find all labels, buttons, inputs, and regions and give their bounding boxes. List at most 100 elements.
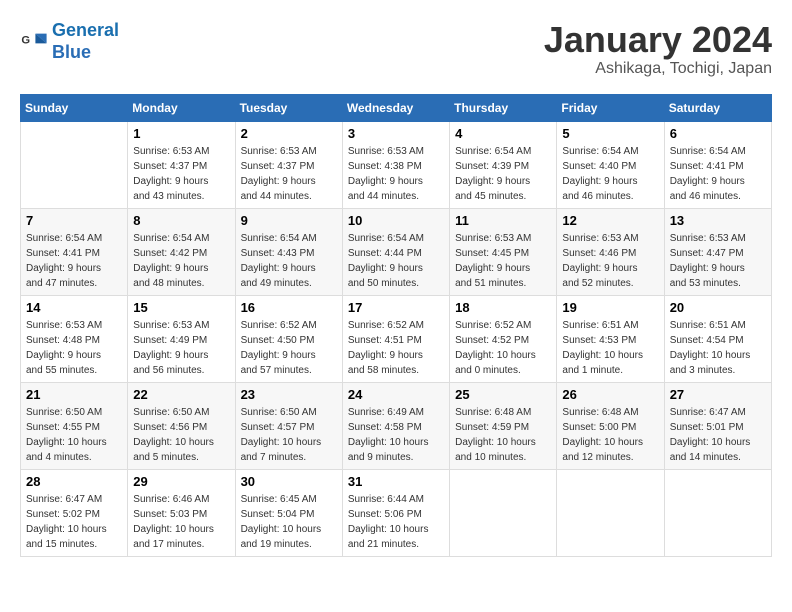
day-number: 29 — [133, 474, 229, 489]
calendar-cell: 10 Sunrise: 6:54 AM Sunset: 4:44 PM Dayli… — [342, 208, 449, 295]
day-info: Sunrise: 6:48 AM Sunset: 4:59 PM Dayligh… — [455, 405, 551, 465]
day-info: Sunrise: 6:53 AM Sunset: 4:49 PM Dayligh… — [133, 318, 229, 378]
day-number: 30 — [241, 474, 337, 489]
calendar-cell: 21 Sunrise: 6:50 AM Sunset: 4:55 PM Dayli… — [21, 382, 128, 469]
weekday-header-saturday: Saturday — [664, 94, 771, 121]
logo-icon: G — [20, 28, 48, 56]
day-info: Sunrise: 6:53 AM Sunset: 4:48 PM Dayligh… — [26, 318, 122, 378]
calendar-week-5: 28Sunrise: 6:47 AM Sunset: 5:02 PM Dayli… — [21, 469, 772, 556]
day-info: Sunrise: 6:50 AM Sunset: 4:57 PM Dayligh… — [241, 405, 337, 465]
calendar-cell — [664, 469, 771, 556]
day-number: 5 — [562, 126, 658, 141]
calendar-week-1: 1 Sunrise: 6:53 AM Sunset: 4:37 PM Daylig… — [21, 121, 772, 208]
day-number: 8 — [133, 213, 229, 228]
calendar-cell: 24Sunrise: 6:49 AM Sunset: 4:58 PM Dayli… — [342, 382, 449, 469]
day-number: 18 — [455, 300, 551, 315]
calendar-cell: 11Sunrise: 6:53 AM Sunset: 4:45 PM Dayli… — [450, 208, 557, 295]
day-info: Sunrise: 6:45 AM Sunset: 5:04 PM Dayligh… — [241, 492, 337, 552]
day-info: Sunrise: 6:53 AM Sunset: 4:46 PM Dayligh… — [562, 231, 658, 291]
weekday-header-row: SundayMondayTuesdayWednesdayThursdayFrid… — [21, 94, 772, 121]
calendar-cell: 28Sunrise: 6:47 AM Sunset: 5:02 PM Dayli… — [21, 469, 128, 556]
day-number: 17 — [348, 300, 444, 315]
calendar-week-3: 14 Sunrise: 6:53 AM Sunset: 4:48 PM Dayli… — [21, 295, 772, 382]
day-info: Sunrise: 6:50 AM Sunset: 4:55 PM Dayligh… — [26, 405, 122, 465]
day-number: 19 — [562, 300, 658, 315]
day-info: Sunrise: 6:54 AM Sunset: 4:40 PM Dayligh… — [562, 144, 658, 204]
weekday-header-wednesday: Wednesday — [342, 94, 449, 121]
calendar-cell: 23 Sunrise: 6:50 AM Sunset: 4:57 PM Dayli… — [235, 382, 342, 469]
day-info: Sunrise: 6:52 AM Sunset: 4:52 PM Dayligh… — [455, 318, 551, 378]
day-info: Sunrise: 6:54 AM Sunset: 4:42 PM Dayligh… — [133, 231, 229, 291]
calendar-cell: 18 Sunrise: 6:52 AM Sunset: 4:52 PM Dayli… — [450, 295, 557, 382]
calendar-week-2: 7 Sunrise: 6:54 AM Sunset: 4:41 PM Daylig… — [21, 208, 772, 295]
calendar-cell: 2Sunrise: 6:53 AM Sunset: 4:37 PM Daylig… — [235, 121, 342, 208]
day-number: 21 — [26, 387, 122, 402]
day-info: Sunrise: 6:51 AM Sunset: 4:53 PM Dayligh… — [562, 318, 658, 378]
logo: G General Blue — [20, 20, 119, 63]
day-info: Sunrise: 6:54 AM Sunset: 4:43 PM Dayligh… — [241, 231, 337, 291]
svg-text:G: G — [21, 34, 30, 46]
day-number: 20 — [670, 300, 766, 315]
page-header: G General Blue January 2024 Ashikaga, To… — [20, 20, 772, 78]
day-number: 4 — [455, 126, 551, 141]
day-info: Sunrise: 6:50 AM Sunset: 4:56 PM Dayligh… — [133, 405, 229, 465]
calendar-week-4: 21 Sunrise: 6:50 AM Sunset: 4:55 PM Dayli… — [21, 382, 772, 469]
day-info: Sunrise: 6:46 AM Sunset: 5:03 PM Dayligh… — [133, 492, 229, 552]
calendar-cell: 5 Sunrise: 6:54 AM Sunset: 4:40 PM Daylig… — [557, 121, 664, 208]
calendar-cell: 15 Sunrise: 6:53 AM Sunset: 4:49 PM Dayli… — [128, 295, 235, 382]
day-number: 28 — [26, 474, 122, 489]
calendar-cell: 29 Sunrise: 6:46 AM Sunset: 5:03 PM Dayli… — [128, 469, 235, 556]
day-number: 12 — [562, 213, 658, 228]
calendar-cell: 22 Sunrise: 6:50 AM Sunset: 4:56 PM Dayli… — [128, 382, 235, 469]
day-info: Sunrise: 6:52 AM Sunset: 4:50 PM Dayligh… — [241, 318, 337, 378]
calendar-cell — [557, 469, 664, 556]
calendar-cell: 4 Sunrise: 6:54 AM Sunset: 4:39 PM Daylig… — [450, 121, 557, 208]
day-number: 1 — [133, 126, 229, 141]
calendar-cell: 30 Sunrise: 6:45 AM Sunset: 5:04 PM Dayli… — [235, 469, 342, 556]
day-number: 25 — [455, 387, 551, 402]
day-number: 13 — [670, 213, 766, 228]
calendar-cell: 12 Sunrise: 6:53 AM Sunset: 4:46 PM Dayli… — [557, 208, 664, 295]
day-number: 26 — [562, 387, 658, 402]
calendar-cell: 7 Sunrise: 6:54 AM Sunset: 4:41 PM Daylig… — [21, 208, 128, 295]
calendar-cell: 9 Sunrise: 6:54 AM Sunset: 4:43 PM Daylig… — [235, 208, 342, 295]
calendar-cell: 20Sunrise: 6:51 AM Sunset: 4:54 PM Dayli… — [664, 295, 771, 382]
day-number: 6 — [670, 126, 766, 141]
day-info: Sunrise: 6:52 AM Sunset: 4:51 PM Dayligh… — [348, 318, 444, 378]
calendar-table: SundayMondayTuesdayWednesdayThursdayFrid… — [20, 94, 772, 557]
calendar-cell — [21, 121, 128, 208]
day-number: 7 — [26, 213, 122, 228]
month-title: January 2024 — [544, 20, 772, 60]
weekday-header-sunday: Sunday — [21, 94, 128, 121]
calendar-cell: 27Sunrise: 6:47 AM Sunset: 5:01 PM Dayli… — [664, 382, 771, 469]
day-info: Sunrise: 6:53 AM Sunset: 4:45 PM Dayligh… — [455, 231, 551, 291]
day-number: 14 — [26, 300, 122, 315]
day-info: Sunrise: 6:53 AM Sunset: 4:37 PM Dayligh… — [241, 144, 337, 204]
calendar-cell: 8 Sunrise: 6:54 AM Sunset: 4:42 PM Daylig… — [128, 208, 235, 295]
location-title: Ashikaga, Tochigi, Japan — [544, 60, 772, 78]
calendar-cell: 16 Sunrise: 6:52 AM Sunset: 4:50 PM Dayli… — [235, 295, 342, 382]
day-number: 15 — [133, 300, 229, 315]
weekday-header-monday: Monday — [128, 94, 235, 121]
day-number: 27 — [670, 387, 766, 402]
day-info: Sunrise: 6:53 AM Sunset: 4:38 PM Dayligh… — [348, 144, 444, 204]
calendar-cell: 13Sunrise: 6:53 AM Sunset: 4:47 PM Dayli… — [664, 208, 771, 295]
calendar-cell: 1Sunrise: 6:53 AM Sunset: 4:37 PM Daylig… — [128, 121, 235, 208]
day-number: 23 — [241, 387, 337, 402]
day-info: Sunrise: 6:54 AM Sunset: 4:44 PM Dayligh… — [348, 231, 444, 291]
calendar-cell — [450, 469, 557, 556]
day-info: Sunrise: 6:44 AM Sunset: 5:06 PM Dayligh… — [348, 492, 444, 552]
weekday-header-tuesday: Tuesday — [235, 94, 342, 121]
day-info: Sunrise: 6:48 AM Sunset: 5:00 PM Dayligh… — [562, 405, 658, 465]
day-number: 9 — [241, 213, 337, 228]
day-number: 31 — [348, 474, 444, 489]
day-number: 22 — [133, 387, 229, 402]
day-number: 10 — [348, 213, 444, 228]
day-info: Sunrise: 6:49 AM Sunset: 4:58 PM Dayligh… — [348, 405, 444, 465]
weekday-header-thursday: Thursday — [450, 94, 557, 121]
weekday-header-friday: Friday — [557, 94, 664, 121]
day-info: Sunrise: 6:54 AM Sunset: 4:39 PM Dayligh… — [455, 144, 551, 204]
day-info: Sunrise: 6:54 AM Sunset: 4:41 PM Dayligh… — [26, 231, 122, 291]
logo-general: General — [52, 20, 119, 40]
day-number: 16 — [241, 300, 337, 315]
